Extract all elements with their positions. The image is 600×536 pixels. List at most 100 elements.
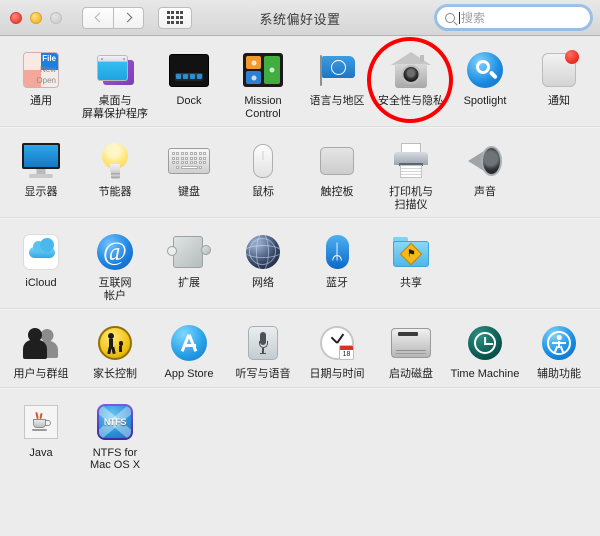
traffic-light-group (10, 11, 62, 24)
pref-pane-label: NTFS for Mac OS X (89, 446, 141, 472)
pref-pane-startup-disk[interactable]: 启动磁盘 (374, 319, 448, 381)
pref-pane-sharing[interactable]: ⚑ 共享 (374, 228, 448, 302)
sharing-icon: ⚑ (389, 230, 433, 274)
pref-pane-icloud[interactable]: iCloud (4, 228, 78, 302)
security-privacy-icon (389, 48, 433, 92)
pref-pane-spacer (152, 398, 226, 472)
trackpad-icon (315, 139, 359, 183)
pref-pane-label: 辅助功能 (537, 368, 581, 380)
pref-pane-label: 听写与语音 (235, 368, 291, 380)
chevron-left-icon (94, 12, 105, 23)
forward-button[interactable] (113, 6, 144, 29)
pref-pane-spacer (448, 228, 522, 302)
java-icon (19, 400, 63, 444)
pref-pane-notifications[interactable]: 通知 (522, 46, 596, 120)
notifications-icon (537, 48, 581, 92)
pref-pane-spotlight[interactable]: Spotlight (448, 46, 522, 120)
minimize-button[interactable] (30, 11, 42, 24)
pref-pane-dictation-speech[interactable]: 听写与语音 (226, 319, 300, 381)
pref-pane-users-groups[interactable]: 用户与群组 (4, 319, 78, 381)
pref-pane-label: 节能器 (98, 186, 132, 198)
pref-pane-label: 打印机与 扫描仪 (389, 186, 433, 211)
pref-pane-java[interactable]: Java (4, 398, 78, 472)
pref-pane-label: 启动磁盘 (389, 368, 433, 380)
pref-pane-label: 日期与时间 (309, 368, 365, 380)
search-field-wrapper[interactable]: 搜索 (436, 6, 591, 29)
sharing-glyph: ⚑ (406, 248, 416, 259)
pref-pane-mission-control[interactable]: Mission Control (226, 46, 300, 120)
ntfs-icon: NTFS (93, 400, 137, 444)
ntfs-icon-text: NTFS (103, 416, 127, 427)
pref-pane-label: Dock (176, 95, 202, 107)
pref-pane-label: 共享 (400, 277, 422, 289)
pref-pane-label: 蓝牙 (326, 277, 348, 289)
pref-pane-label: 通知 (548, 95, 570, 107)
show-all-button[interactable] (158, 6, 192, 29)
row-internet: iCloud @ 互联网 帐户 扩展 网络 ᛦ 蓝牙 ⚑ 共享 (0, 218, 600, 309)
pref-pane-app-store[interactable]: App Store (152, 319, 226, 381)
general-icon: File New Open (19, 48, 63, 92)
pref-pane-accessibility[interactable]: 辅助功能 (522, 319, 596, 381)
pref-pane-label: Mission Control (244, 95, 282, 120)
pref-pane-time-machine[interactable]: Time Machine (448, 319, 522, 381)
pref-pane-date-time[interactable]: 18 日期与时间 (300, 319, 374, 381)
notification-badge (565, 50, 579, 64)
pref-pane-dock[interactable]: Dock (152, 46, 226, 120)
pref-pane-network[interactable]: 网络 (226, 228, 300, 302)
time-machine-icon (463, 321, 507, 365)
pref-pane-extensions[interactable]: 扩展 (152, 228, 226, 302)
pref-pane-label: 桌面与 屏幕保护程序 (82, 95, 148, 120)
icloud-icon (19, 230, 63, 274)
pref-pane-internet-accounts[interactable]: @ 互联网 帐户 (78, 228, 152, 302)
users-groups-icon (19, 321, 63, 365)
back-button[interactable] (82, 6, 113, 29)
pref-pane-desktop-screensaver[interactable]: 桌面与 屏幕保护程序 (78, 46, 152, 120)
pref-pane-language-region[interactable]: 语言与地区 (300, 46, 374, 120)
pref-pane-label: 键盘 (178, 186, 200, 198)
app-store-icon (167, 321, 211, 365)
pref-pane-security-privacy[interactable]: 安全性与隐私 (374, 46, 448, 120)
calendar-day: 18 (342, 351, 351, 358)
pref-pane-printers-scanners[interactable]: 打印机与 扫描仪 (374, 137, 448, 211)
pref-pane-label: 语言与地区 (309, 95, 365, 107)
pref-pane-label: 网络 (252, 277, 274, 289)
general-icon-text-open: Open (36, 76, 56, 85)
pref-pane-label: Time Machine (450, 368, 520, 380)
pref-pane-parental-controls[interactable]: 家长控制 (78, 319, 152, 381)
mouse-icon (241, 139, 285, 183)
startup-disk-icon (389, 321, 433, 365)
pref-pane-mouse[interactable]: 鼠标 (226, 137, 300, 211)
internet-accounts-icon: @ (93, 230, 137, 274)
pref-pane-ntfs[interactable]: NTFS NTFS for Mac OS X (78, 398, 152, 472)
grid-icon (166, 11, 184, 24)
spotlight-icon (463, 48, 507, 92)
pref-pane-label: 显示器 (24, 186, 58, 198)
pref-pane-label: 扩展 (178, 277, 200, 289)
extensions-icon (167, 230, 211, 274)
row-hardware: 显示器 节能器 键盘 鼠标 触控板 打印机与 扫描仪 声音 (0, 127, 600, 218)
close-button[interactable] (10, 11, 22, 24)
parental-controls-icon (93, 321, 137, 365)
pref-pane-trackpad[interactable]: 触控板 (300, 137, 374, 211)
pref-pane-sound[interactable]: 声音 (448, 137, 522, 211)
mission-control-icon (241, 48, 285, 92)
pref-pane-label: 鼠标 (252, 186, 274, 198)
search-input[interactable]: 搜索 (436, 6, 591, 29)
pref-pane-spacer (522, 137, 596, 211)
general-icon-text-file: File (42, 54, 56, 63)
pref-pane-label: 安全性与隐私 (378, 95, 444, 107)
pref-pane-spacer (522, 398, 596, 472)
pref-pane-displays[interactable]: 显示器 (4, 137, 78, 211)
chevron-right-icon (122, 12, 132, 23)
row-system: 用户与群组 家长控制 App Store 听写与语音 18 日期与时间 启动磁盘… (0, 309, 600, 388)
window-titlebar: 系统偏好设置 搜索 (0, 0, 600, 36)
accessibility-icon (537, 321, 581, 365)
pref-pane-energy-saver[interactable]: 节能器 (78, 137, 152, 211)
dictation-speech-icon (241, 321, 285, 365)
pref-pane-bluetooth[interactable]: ᛦ 蓝牙 (300, 228, 374, 302)
pref-pane-keyboard[interactable]: 键盘 (152, 137, 226, 211)
pref-pane-label: 用户与群组 (13, 368, 69, 380)
pref-pane-spacer (448, 398, 522, 472)
pref-pane-general[interactable]: File New Open 通用 (4, 46, 78, 120)
sound-icon (463, 139, 507, 183)
